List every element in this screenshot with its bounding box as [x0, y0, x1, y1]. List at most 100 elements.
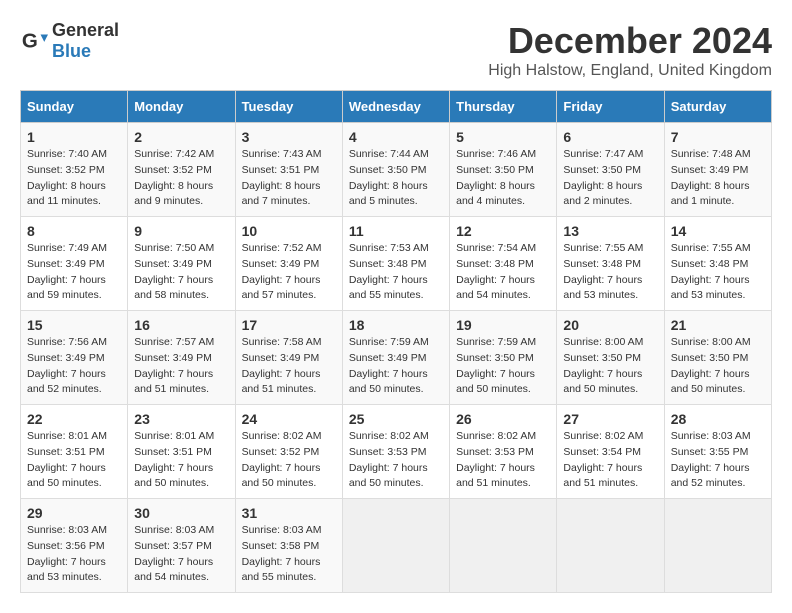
day-info: Sunrise: 8:03 AM Sunset: 3:56 PM Dayligh… [27, 523, 121, 586]
day-info: Sunrise: 7:55 AM Sunset: 3:48 PM Dayligh… [671, 241, 765, 304]
day-number: 28 [671, 411, 765, 427]
calendar-body: 1 Sunrise: 7:40 AM Sunset: 3:52 PM Dayli… [21, 123, 772, 593]
day-number: 19 [456, 317, 550, 333]
calendar-cell: 24 Sunrise: 8:02 AM Sunset: 3:52 PM Dayl… [235, 405, 342, 499]
day-number: 21 [671, 317, 765, 333]
day-number: 9 [134, 223, 228, 239]
day-info: Sunrise: 8:02 AM Sunset: 3:52 PM Dayligh… [242, 429, 336, 492]
day-info: Sunrise: 7:43 AM Sunset: 3:51 PM Dayligh… [242, 147, 336, 210]
calendar-cell: 11 Sunrise: 7:53 AM Sunset: 3:48 PM Dayl… [342, 217, 449, 311]
calendar-cell: 8 Sunrise: 7:49 AM Sunset: 3:49 PM Dayli… [21, 217, 128, 311]
day-info: Sunrise: 8:03 AM Sunset: 3:57 PM Dayligh… [134, 523, 228, 586]
day-number: 15 [27, 317, 121, 333]
day-info: Sunrise: 8:01 AM Sunset: 3:51 PM Dayligh… [134, 429, 228, 492]
calendar-cell: 3 Sunrise: 7:43 AM Sunset: 3:51 PM Dayli… [235, 123, 342, 217]
day-info: Sunrise: 8:03 AM Sunset: 3:58 PM Dayligh… [242, 523, 336, 586]
day-info: Sunrise: 7:58 AM Sunset: 3:49 PM Dayligh… [242, 335, 336, 398]
header: G General Blue December 2024 High Halsto… [20, 20, 772, 80]
calendar-cell: 9 Sunrise: 7:50 AM Sunset: 3:49 PM Dayli… [128, 217, 235, 311]
day-info: Sunrise: 7:50 AM Sunset: 3:49 PM Dayligh… [134, 241, 228, 304]
day-info: Sunrise: 7:42 AM Sunset: 3:52 PM Dayligh… [134, 147, 228, 210]
day-number: 3 [242, 129, 336, 145]
day-info: Sunrise: 7:52 AM Sunset: 3:49 PM Dayligh… [242, 241, 336, 304]
calendar-cell: 14 Sunrise: 7:55 AM Sunset: 3:48 PM Dayl… [664, 217, 771, 311]
title-area: December 2024 High Halstow, England, Uni… [488, 20, 772, 80]
day-info: Sunrise: 7:59 AM Sunset: 3:49 PM Dayligh… [349, 335, 443, 398]
day-info: Sunrise: 7:57 AM Sunset: 3:49 PM Dayligh… [134, 335, 228, 398]
header-sunday: Sunday [21, 91, 128, 123]
day-number: 6 [563, 129, 657, 145]
day-info: Sunrise: 8:00 AM Sunset: 3:50 PM Dayligh… [563, 335, 657, 398]
calendar-week-row: 15 Sunrise: 7:56 AM Sunset: 3:49 PM Dayl… [21, 311, 772, 405]
calendar-cell: 12 Sunrise: 7:54 AM Sunset: 3:48 PM Dayl… [450, 217, 557, 311]
day-number: 10 [242, 223, 336, 239]
day-number: 27 [563, 411, 657, 427]
day-number: 1 [27, 129, 121, 145]
calendar-cell: 23 Sunrise: 8:01 AM Sunset: 3:51 PM Dayl… [128, 405, 235, 499]
location-title: High Halstow, England, United Kingdom [488, 62, 772, 80]
calendar-cell: 16 Sunrise: 7:57 AM Sunset: 3:49 PM Dayl… [128, 311, 235, 405]
calendar-cell: 30 Sunrise: 8:03 AM Sunset: 3:57 PM Dayl… [128, 499, 235, 593]
day-info: Sunrise: 7:54 AM Sunset: 3:48 PM Dayligh… [456, 241, 550, 304]
day-number: 17 [242, 317, 336, 333]
calendar-cell [557, 499, 664, 593]
logo-blue: Blue [52, 41, 91, 61]
day-info: Sunrise: 8:01 AM Sunset: 3:51 PM Dayligh… [27, 429, 121, 492]
day-info: Sunrise: 7:56 AM Sunset: 3:49 PM Dayligh… [27, 335, 121, 398]
calendar-cell: 26 Sunrise: 8:02 AM Sunset: 3:53 PM Dayl… [450, 405, 557, 499]
calendar-week-row: 29 Sunrise: 8:03 AM Sunset: 3:56 PM Dayl… [21, 499, 772, 593]
calendar-cell [664, 499, 771, 593]
header-friday: Friday [557, 91, 664, 123]
header-wednesday: Wednesday [342, 91, 449, 123]
logo: G General Blue [20, 20, 119, 62]
logo-icon: G [20, 27, 48, 55]
calendar-cell: 6 Sunrise: 7:47 AM Sunset: 3:50 PM Dayli… [557, 123, 664, 217]
calendar-cell [342, 499, 449, 593]
day-number: 20 [563, 317, 657, 333]
calendar-cell: 1 Sunrise: 7:40 AM Sunset: 3:52 PM Dayli… [21, 123, 128, 217]
day-number: 23 [134, 411, 228, 427]
day-info: Sunrise: 7:55 AM Sunset: 3:48 PM Dayligh… [563, 241, 657, 304]
day-info: Sunrise: 7:47 AM Sunset: 3:50 PM Dayligh… [563, 147, 657, 210]
day-info: Sunrise: 7:59 AM Sunset: 3:50 PM Dayligh… [456, 335, 550, 398]
day-number: 12 [456, 223, 550, 239]
calendar-header-row: SundayMondayTuesdayWednesdayThursdayFrid… [21, 91, 772, 123]
calendar-cell: 13 Sunrise: 7:55 AM Sunset: 3:48 PM Dayl… [557, 217, 664, 311]
calendar-cell: 17 Sunrise: 7:58 AM Sunset: 3:49 PM Dayl… [235, 311, 342, 405]
day-number: 16 [134, 317, 228, 333]
calendar-cell: 4 Sunrise: 7:44 AM Sunset: 3:50 PM Dayli… [342, 123, 449, 217]
calendar-cell: 2 Sunrise: 7:42 AM Sunset: 3:52 PM Dayli… [128, 123, 235, 217]
header-monday: Monday [128, 91, 235, 123]
day-info: Sunrise: 7:53 AM Sunset: 3:48 PM Dayligh… [349, 241, 443, 304]
calendar-cell: 18 Sunrise: 7:59 AM Sunset: 3:49 PM Dayl… [342, 311, 449, 405]
calendar-cell: 19 Sunrise: 7:59 AM Sunset: 3:50 PM Dayl… [450, 311, 557, 405]
day-number: 11 [349, 223, 443, 239]
day-number: 24 [242, 411, 336, 427]
day-info: Sunrise: 7:44 AM Sunset: 3:50 PM Dayligh… [349, 147, 443, 210]
header-saturday: Saturday [664, 91, 771, 123]
calendar-cell: 27 Sunrise: 8:02 AM Sunset: 3:54 PM Dayl… [557, 405, 664, 499]
calendar-week-row: 1 Sunrise: 7:40 AM Sunset: 3:52 PM Dayli… [21, 123, 772, 217]
day-number: 26 [456, 411, 550, 427]
calendar-cell: 31 Sunrise: 8:03 AM Sunset: 3:58 PM Dayl… [235, 499, 342, 593]
day-number: 29 [27, 505, 121, 521]
calendar-cell: 7 Sunrise: 7:48 AM Sunset: 3:49 PM Dayli… [664, 123, 771, 217]
calendar-cell: 10 Sunrise: 7:52 AM Sunset: 3:49 PM Dayl… [235, 217, 342, 311]
day-info: Sunrise: 8:00 AM Sunset: 3:50 PM Dayligh… [671, 335, 765, 398]
day-number: 31 [242, 505, 336, 521]
day-number: 30 [134, 505, 228, 521]
day-info: Sunrise: 7:48 AM Sunset: 3:49 PM Dayligh… [671, 147, 765, 210]
day-info: Sunrise: 8:02 AM Sunset: 3:53 PM Dayligh… [349, 429, 443, 492]
day-number: 2 [134, 129, 228, 145]
header-tuesday: Tuesday [235, 91, 342, 123]
calendar-cell: 21 Sunrise: 8:00 AM Sunset: 3:50 PM Dayl… [664, 311, 771, 405]
day-info: Sunrise: 7:49 AM Sunset: 3:49 PM Dayligh… [27, 241, 121, 304]
day-number: 5 [456, 129, 550, 145]
day-number: 18 [349, 317, 443, 333]
day-info: Sunrise: 8:02 AM Sunset: 3:54 PM Dayligh… [563, 429, 657, 492]
calendar-week-row: 22 Sunrise: 8:01 AM Sunset: 3:51 PM Dayl… [21, 405, 772, 499]
day-info: Sunrise: 8:03 AM Sunset: 3:55 PM Dayligh… [671, 429, 765, 492]
calendar-cell: 15 Sunrise: 7:56 AM Sunset: 3:49 PM Dayl… [21, 311, 128, 405]
day-number: 8 [27, 223, 121, 239]
day-number: 22 [27, 411, 121, 427]
